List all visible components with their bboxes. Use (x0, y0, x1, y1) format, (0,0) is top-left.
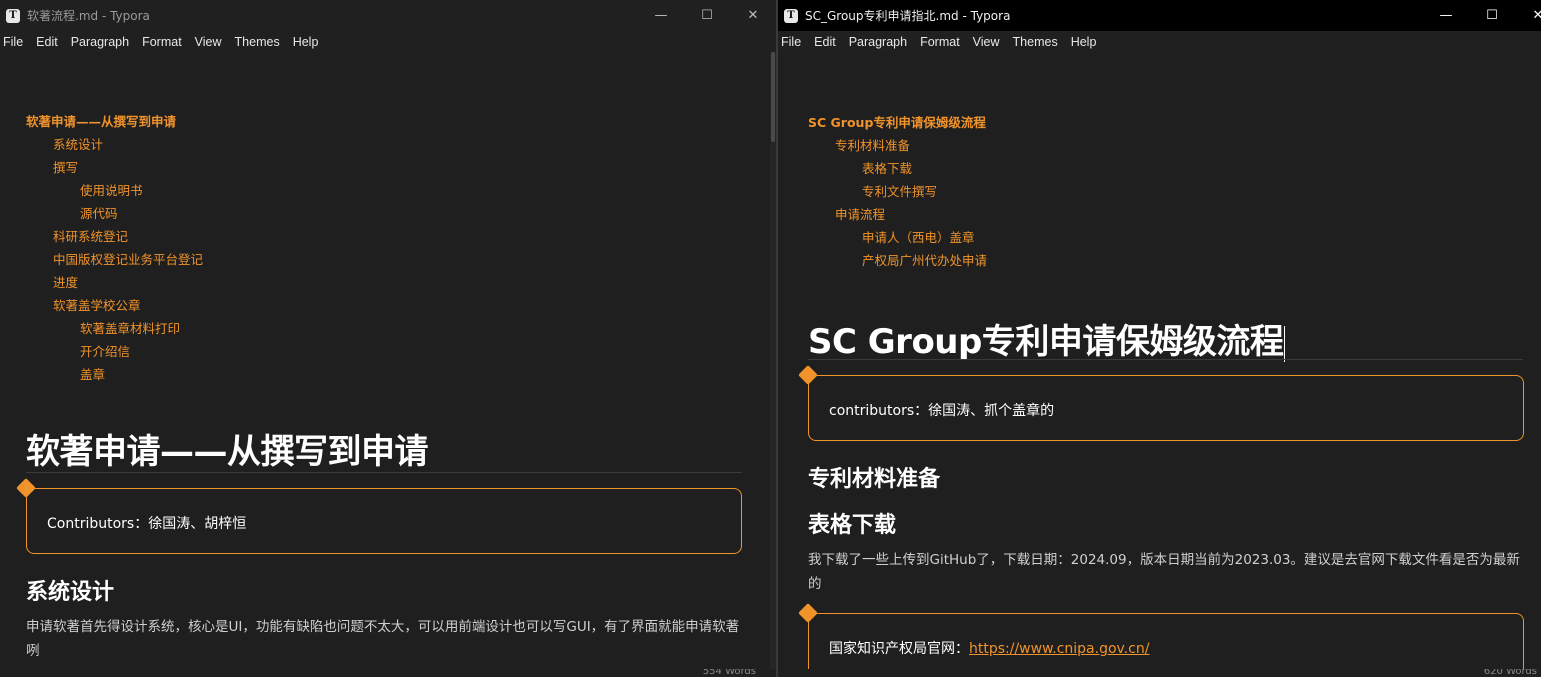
subsection-heading: 表格下载 (808, 513, 897, 538)
toc-item[interactable]: 系统设计 (53, 134, 103, 153)
section-heading: 专利材料准备 (808, 467, 941, 492)
toc-title[interactable]: SC Group专利申请保姆级流程 (808, 112, 986, 131)
toc-item[interactable]: 科研系统登记 (53, 226, 128, 245)
menu-paragraph[interactable]: Paragraph (71, 35, 129, 49)
toc-item[interactable]: 撰写 (53, 157, 78, 176)
link-callout: 国家知识产权局官网：https://www.cnipa.gov.cn/ (798, 603, 1524, 677)
title-bar[interactable]: T 软著流程.md - Typora — ☐ ✕ (0, 0, 776, 31)
minimize-icon[interactable]: — (1423, 0, 1469, 31)
menu-bar: File Edit Paragraph Format View Themes H… (778, 31, 1541, 52)
toc-item[interactable]: 中国版权登记业务平台登记 (53, 249, 203, 268)
menu-themes[interactable]: Themes (235, 35, 280, 49)
menu-help[interactable]: Help (293, 35, 319, 49)
toc-item[interactable]: 产权局广州代办处申请 (862, 250, 987, 269)
close-icon[interactable]: ✕ (1515, 0, 1541, 31)
toc-item[interactable]: 专利文件撰写 (862, 181, 937, 200)
status-bar: 554 Words (0, 669, 776, 677)
toc-item[interactable]: 表格下载 (862, 158, 912, 177)
toc-item[interactable]: 专利材料准备 (835, 135, 910, 154)
menu-view[interactable]: View (195, 35, 222, 49)
menu-file[interactable]: File (781, 35, 801, 49)
status-bar: 620 Words (778, 669, 1541, 677)
toc-item[interactable]: 申请流程 (835, 204, 885, 223)
heading-divider (808, 359, 1523, 360)
cnipa-link[interactable]: https://www.cnipa.gov.cn/ (969, 641, 1149, 657)
callout-label: 国家知识产权局官网： (829, 641, 969, 657)
maximize-icon[interactable]: ☐ (1469, 0, 1515, 31)
toc-item[interactable]: 软著盖章材料打印 (80, 318, 180, 337)
paragraph: 我下载了一些上传到GitHub了，下载日期：2024.09，版本日期当前为202… (808, 552, 1520, 592)
contributors-callout: contributors：徐国涛、抓个盖章的 (798, 365, 1524, 441)
callout-marker-icon (798, 603, 818, 623)
callout-text: Contributors：徐国涛、胡梓恒 (47, 516, 247, 532)
right-typora-window: T SC_Group专利申请指北.md - Typora — ☐ ✕ File … (778, 0, 1541, 677)
menu-file[interactable]: File (3, 35, 23, 49)
maximize-icon[interactable]: ☐ (684, 0, 730, 31)
toc-item[interactable]: 源代码 (80, 203, 118, 222)
menu-themes[interactable]: Themes (1013, 35, 1058, 49)
toc-item[interactable]: 申请人（西电）盖章 (862, 227, 975, 246)
callout-marker-icon (798, 365, 818, 385)
contributors-callout: Contributors：徐国涛、胡梓恒 (16, 478, 742, 554)
word-count[interactable]: 554 Words (703, 669, 756, 677)
section-heading: 系统设计 (26, 580, 115, 605)
toc-item[interactable]: 进度 (53, 272, 78, 291)
close-icon[interactable]: ✕ (730, 0, 776, 31)
window-title: SC_Group专利申请指北.md - Typora (805, 9, 1011, 23)
menu-help[interactable]: Help (1071, 35, 1097, 49)
menu-view[interactable]: View (973, 35, 1000, 49)
callout-marker-icon (16, 478, 36, 498)
document-heading: SC Group专利申请保姆级流程 (808, 314, 1286, 363)
toc-title[interactable]: 软著申请——从撰写到申请 (26, 111, 176, 130)
menu-paragraph[interactable]: Paragraph (849, 35, 907, 49)
callout-text: 国家知识产权局官网：https://www.cnipa.gov.cn/ (829, 638, 1149, 658)
scroll-thumb[interactable] (771, 52, 775, 142)
editor-content[interactable]: 软著申请——从撰写到申请 系统设计 撰写 使用说明书 源代码 科研系统登记 中国… (0, 52, 770, 677)
document-heading: 软著申请——从撰写到申请 (26, 432, 429, 472)
menu-format[interactable]: Format (142, 35, 182, 49)
word-count[interactable]: 620 Words (1484, 669, 1537, 677)
typora-app-icon: T (784, 8, 798, 23)
heading-divider (26, 472, 742, 473)
heading-text: SC Group专利申请保姆级流程 (808, 322, 1284, 362)
toc-item[interactable]: 使用说明书 (80, 180, 143, 199)
toc-item[interactable]: 软著盖学校公章 (53, 295, 141, 314)
typora-app-icon: T (6, 8, 20, 23)
menu-edit[interactable]: Edit (36, 35, 58, 49)
text-cursor (1284, 325, 1286, 362)
menu-bar: File Edit Paragraph Format View Themes H… (0, 31, 776, 52)
menu-edit[interactable]: Edit (814, 35, 836, 49)
menu-format[interactable]: Format (920, 35, 960, 49)
paragraph: 申请软著首先得设计系统，核心是UI，功能有缺陷也问题不太大，可以用前端设计也可以… (26, 619, 740, 659)
toc-item[interactable]: 开介绍信 (80, 341, 130, 360)
editor-content[interactable]: SC Group专利申请保姆级流程 专利材料准备 表格下载 专利文件撰写 申请流… (778, 52, 1541, 677)
callout-text: contributors：徐国涛、抓个盖章的 (829, 403, 1055, 419)
window-title: 软著流程.md - Typora (27, 9, 150, 23)
toc-item[interactable]: 盖章 (80, 364, 105, 383)
title-bar[interactable]: T SC_Group专利申请指北.md - Typora — ☐ ✕ (778, 0, 1541, 31)
minimize-icon[interactable]: — (638, 0, 684, 31)
left-typora-window: T 软著流程.md - Typora — ☐ ✕ File Edit Parag… (0, 0, 776, 677)
